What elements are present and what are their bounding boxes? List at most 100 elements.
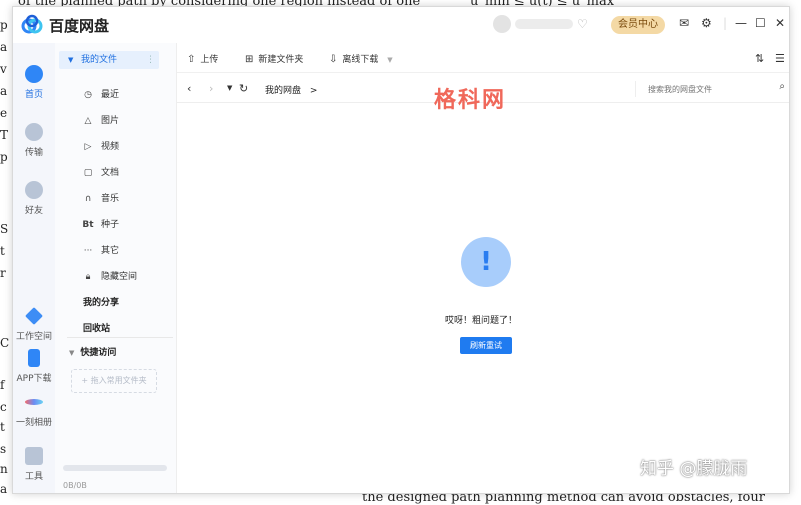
upload-label: 上传	[200, 55, 219, 65]
sidebar-item-recent[interactable]: ◷ 最近	[81, 87, 119, 100]
new-folder-label: 新建文件夹	[258, 55, 304, 65]
settings-gear-icon[interactable]: ⚙	[701, 16, 712, 30]
workspace-icon	[25, 307, 43, 325]
sidebar-item-label: 最近	[101, 90, 120, 100]
cloud-icon	[25, 65, 43, 83]
minimize-button[interactable]: —	[735, 16, 747, 30]
left-nav: 首页 传输 好友 工作空间 APP下载 一刻相册 工具	[13, 43, 55, 493]
sidebar-item-label: 视频	[101, 142, 120, 152]
headphones-icon: ∩	[84, 194, 92, 204]
bg-margin-letter: a	[0, 40, 8, 54]
transfer-icon	[25, 123, 43, 141]
sidebar-item-label: 隐藏空间	[101, 272, 138, 282]
refresh-icon[interactable]: ↻	[239, 82, 248, 95]
bg-margin-letter: t	[0, 420, 5, 434]
bg-margin-letter: c	[0, 400, 7, 414]
title-bar: 百度网盘 ♡ 会员中心 ✉ ⚙ | — ☐ ✕	[13, 7, 789, 43]
lock-icon: 🔒︎	[85, 272, 91, 282]
offline-download-button[interactable]: ⇩ 离线下载 ▼	[329, 52, 393, 65]
bt-icon: Bt	[82, 220, 94, 230]
sidebar-item-my-share[interactable]: 我的分享	[83, 295, 119, 308]
sidebar-item-videos[interactable]: ▷ 视频	[81, 139, 119, 152]
sidebar-item-hidden-space[interactable]: 🔒︎ 隐藏空间	[81, 269, 137, 282]
refresh-retry-button[interactable]: 刷新重试	[460, 337, 512, 354]
sidebar-item-label: 文档	[101, 168, 120, 178]
album-icon	[25, 399, 43, 405]
clock-icon: ◷	[84, 90, 92, 100]
bg-margin-letter: t	[0, 244, 5, 258]
sidebar-item-images[interactable]: △ 图片	[81, 113, 119, 126]
upload-icon: ⇧	[187, 54, 196, 65]
quick-access-label: 快捷访问	[80, 348, 117, 358]
avatar[interactable]	[493, 15, 511, 33]
back-arrow-icon[interactable]: ‹	[187, 82, 191, 95]
bg-margin-letter: a	[0, 84, 8, 98]
chevron-down-icon: ▼	[387, 56, 393, 64]
bg-margin-letter: f	[0, 378, 5, 392]
breadcrumb-root[interactable]: 我的网盘	[265, 86, 301, 96]
baidu-netdisk-logo	[21, 14, 43, 34]
user-name-blurred[interactable]	[515, 19, 573, 29]
nav-item-tools[interactable]: 工具	[13, 447, 55, 482]
sidebar-item-music[interactable]: ∩ 音乐	[81, 191, 119, 204]
history-dropdown-icon[interactable]: ▼	[227, 84, 232, 92]
nav-label: 工具	[24, 472, 43, 482]
nav-item-workspace[interactable]: 工作空间	[13, 307, 55, 342]
document-icon: ▢	[83, 168, 93, 178]
upload-button[interactable]: ⇧ 上传	[187, 52, 218, 65]
forward-arrow-icon[interactable]: ›	[209, 82, 213, 95]
nav-label: 一刻相册	[15, 418, 52, 428]
more-dots-icon[interactable]: ⋮	[146, 51, 155, 69]
error-message: 哎呀！粗问题了！	[445, 316, 518, 326]
close-button[interactable]: ✕	[775, 16, 785, 30]
nav-label: 传输	[24, 148, 43, 158]
view-list-icon[interactable]: ☰	[775, 52, 785, 65]
error-alert-icon: !	[461, 237, 511, 287]
sidebar-item-label: 图片	[101, 116, 120, 126]
new-folder-button[interactable]: ⊞ 新建文件夹	[245, 52, 303, 65]
sidebar-item-recycle-bin[interactable]: 回收站	[83, 321, 110, 334]
bg-margin-letter: n	[0, 462, 8, 476]
search-icon[interactable]: ⌕	[779, 81, 785, 92]
sidebar: ▼ 我的文件 ⋮ ◷ 最近 △ 图片 ▷ 视频 ▢ 文档 ∩ 音乐 Bt 种子 ··· 其它 …	[55, 43, 177, 493]
sidebar-item-my-files[interactable]: ▼ 我的文件 ⋮	[59, 51, 159, 69]
sidebar-item-torrents[interactable]: Bt 种子	[81, 217, 119, 230]
bg-margin-letter: C	[0, 336, 10, 350]
separator: |	[723, 16, 728, 30]
sidebar-item-documents[interactable]: ▢ 文档	[81, 165, 119, 178]
sidebar-item-other[interactable]: ··· 其它	[81, 243, 119, 256]
bg-margin-letter: v	[0, 62, 7, 76]
search-box[interactable]: ⌕	[635, 81, 785, 97]
quick-access-header[interactable]: ▼ 快捷访问	[69, 345, 116, 358]
nav-label: 首页	[24, 90, 43, 100]
drag-folder-dropzone[interactable]: + 拖入常用文件夹	[71, 369, 157, 393]
maximize-button[interactable]: ☐	[755, 16, 766, 30]
vip-center-button[interactable]: 会员中心	[611, 16, 665, 34]
bg-margin-letter: a	[0, 482, 8, 496]
watermark-text: 格科网	[434, 88, 507, 113]
mail-icon[interactable]: ✉	[679, 16, 689, 30]
nav-label: 好友	[24, 206, 43, 216]
nav-item-home[interactable]: 首页	[13, 65, 55, 100]
app-window: 百度网盘 ♡ 会员中心 ✉ ⚙ | — ☐ ✕ 首页 传输 好友 工作空间 AP…	[12, 6, 790, 494]
storage-quota-text: 0B/0B	[63, 481, 87, 490]
nav-item-friends[interactable]: 好友	[13, 181, 55, 216]
folder-plus-icon: ⊞	[245, 54, 254, 65]
app-title: 百度网盘	[49, 17, 110, 35]
nav-item-transfer[interactable]: 传输	[13, 123, 55, 158]
bg-margin-letter: r	[0, 266, 6, 280]
search-input[interactable]	[648, 83, 764, 96]
sidebar-item-label: 音乐	[101, 194, 120, 204]
caret-down-icon: ▼	[68, 56, 74, 64]
breadcrumb[interactable]: 我的网盘 >	[265, 83, 317, 96]
caret-down-icon: ▼	[69, 349, 75, 357]
offline-download-label: 离线下载	[342, 55, 379, 65]
sort-icon[interactable]: ⇅	[755, 52, 764, 65]
zhihu-signature: 知乎 @朦胧雨	[640, 459, 748, 479]
nav-item-album[interactable]: 一刻相册	[13, 393, 55, 428]
phone-icon	[28, 349, 40, 367]
download-icon: ⇩	[329, 54, 338, 65]
breadcrumb-separator: >	[309, 86, 318, 96]
toolbar: ⇧ 上传 ⊞ 新建文件夹 ⇩ 离线下载 ▼ ⇅ ☰	[177, 43, 789, 73]
nav-item-app-download[interactable]: APP下载	[13, 349, 55, 384]
